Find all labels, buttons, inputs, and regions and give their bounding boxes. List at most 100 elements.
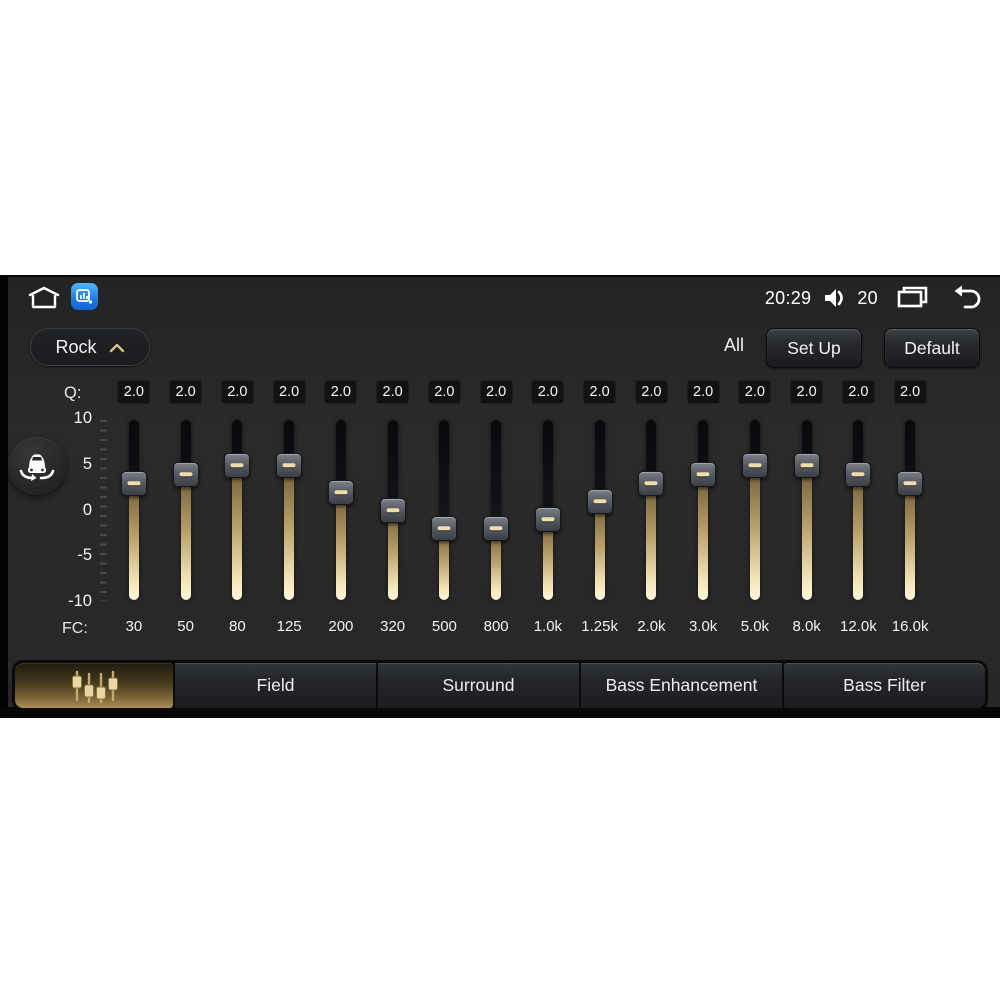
slider-handle-30[interactable] <box>120 470 147 496</box>
q-value-80[interactable]: 2.0 <box>220 380 254 404</box>
fc-label-800: 800 <box>483 618 509 635</box>
slider-handle-8.0k[interactable] <box>793 452 820 478</box>
q-value-1.25k[interactable]: 2.0 <box>583 380 617 404</box>
scale-tick-label: 5 <box>82 454 92 473</box>
back-button[interactable] <box>948 284 982 313</box>
q-cell: 2.0 <box>781 380 833 404</box>
band-2.0k <box>626 420 678 600</box>
recent-apps-icon <box>895 284 929 313</box>
tab-label: Bass Enhancement <box>605 675 758 695</box>
setup-button[interactable]: Set Up <box>766 328 862 368</box>
fc-label-16.0k: 16.0k <box>891 618 929 635</box>
fc-row: 30 50 80 125 200 320 500 800 1.0k 1.25k 2.0k 3.0k 5.… <box>108 618 936 635</box>
equalizer-bands <box>108 420 936 600</box>
fc-label-30: 30 <box>125 618 143 635</box>
q-value-500[interactable]: 2.0 <box>427 380 461 404</box>
status-bar-right: 20:29 20 <box>765 283 982 313</box>
q-value-320[interactable]: 2.0 <box>376 380 410 404</box>
slider-fill <box>905 483 916 600</box>
tab-bass-filter[interactable]: Bass Filter <box>784 663 985 708</box>
slider-fill <box>749 465 760 600</box>
recent-apps-button[interactable] <box>895 284 929 313</box>
tab-bass-enhancement[interactable]: Bass Enhancement <box>581 663 782 708</box>
q-value-5.0k[interactable]: 2.0 <box>738 380 772 404</box>
slider-handle-1.0k[interactable] <box>534 506 561 532</box>
equalizer-sliders-icon <box>67 667 121 705</box>
slider-handle-3.0k[interactable] <box>690 461 717 487</box>
q-value-1.0k[interactable]: 2.0 <box>531 380 565 404</box>
q-cell: 2.0 <box>212 380 264 404</box>
q-cell: 2.0 <box>419 380 471 404</box>
db-scale: 10 5 0 -5 -10 <box>46 409 92 611</box>
slider-fill <box>335 492 346 600</box>
slider-handle-16.0k[interactable] <box>897 470 924 496</box>
fc-label-125: 125 <box>276 618 302 635</box>
q-cell: 2.0 <box>470 380 522 404</box>
slider-handle-1.25k[interactable] <box>586 488 613 514</box>
q-row: 2.0 2.0 2.0 2.0 2.0 2.0 2.0 2.0 2.0 2.0 2.0 2.0 2.0 2… <box>108 380 936 404</box>
tab-label: Bass Filter <box>843 675 926 695</box>
slider-handle-125[interactable] <box>276 452 303 478</box>
q-value-30[interactable]: 2.0 <box>117 380 151 404</box>
band-80 <box>212 420 264 600</box>
band-12.0k <box>833 420 885 600</box>
tab-surround[interactable]: Surround <box>378 663 579 708</box>
tab-equalizer[interactable] <box>15 663 173 708</box>
slider-handle-80[interactable] <box>224 452 251 478</box>
default-button[interactable]: Default <box>884 328 980 368</box>
slider-handle-320[interactable] <box>379 497 406 523</box>
slider-handle-800[interactable] <box>483 515 510 541</box>
q-value-125[interactable]: 2.0 <box>272 380 306 404</box>
volume-level: 20 <box>857 287 878 308</box>
slider-handle-50[interactable] <box>172 461 199 487</box>
fc-label-12.0k: 12.0k <box>840 618 877 635</box>
band-125 <box>263 420 315 600</box>
fc-label-320: 320 <box>380 618 406 635</box>
music-app-icon[interactable] <box>71 283 98 310</box>
fc-label-500: 500 <box>431 618 457 635</box>
car-surround-icon <box>17 448 57 484</box>
slider-handle-5.0k[interactable] <box>741 452 768 478</box>
slider-fill <box>801 465 812 600</box>
q-value-2.0k[interactable]: 2.0 <box>634 380 668 404</box>
q-value-8.0k[interactable]: 2.0 <box>790 380 824 404</box>
q-value-200[interactable]: 2.0 <box>324 380 358 404</box>
tab-field[interactable]: Field <box>175 663 376 708</box>
q-value-50[interactable]: 2.0 <box>169 380 203 404</box>
q-cell: 2.0 <box>626 380 678 404</box>
q-value-16.0k[interactable]: 2.0 <box>893 380 927 404</box>
slider-fill <box>284 465 295 600</box>
q-value-3.0k[interactable]: 2.0 <box>686 380 720 404</box>
preset-dropdown[interactable]: Rock <box>30 328 150 366</box>
status-time: 20:29 <box>764 287 812 308</box>
tab-label: Field <box>256 675 295 695</box>
scale-tick-label: -10 <box>68 592 92 610</box>
home-button[interactable] <box>24 283 64 313</box>
slider-handle-500[interactable] <box>431 515 458 541</box>
slider-handle-200[interactable] <box>327 479 354 505</box>
slider-handle-2.0k[interactable] <box>638 470 665 496</box>
band-50 <box>160 420 212 600</box>
slider-fill <box>180 474 191 600</box>
scale-ticks <box>100 420 107 601</box>
q-value-800[interactable]: 2.0 <box>479 380 513 404</box>
scale-tick-label: 0 <box>82 500 92 519</box>
q-row-label: Q: <box>64 384 82 402</box>
q-cell: 2.0 <box>263 380 315 404</box>
band-30 <box>108 420 160 600</box>
q-cell: 2.0 <box>367 380 419 404</box>
head-unit-screen: 20:29 20 Rock All Set Up Default Q: 2.0 … <box>0 275 1000 718</box>
band-1.25k <box>574 420 626 600</box>
all-label: All <box>723 335 744 355</box>
band-500 <box>419 420 471 600</box>
fc-label-8.0k: 8.0k <box>792 618 821 635</box>
preset-label: Rock <box>55 336 97 357</box>
q-value-12.0k[interactable]: 2.0 <box>841 380 875 404</box>
scale-tick-label: -5 <box>77 546 92 565</box>
slider-handle-12.0k[interactable] <box>845 461 872 487</box>
q-cell: 2.0 <box>315 380 367 404</box>
chevron-up-icon <box>109 343 125 353</box>
q-cell: 2.0 <box>729 380 781 404</box>
car-fader-button[interactable] <box>8 437 66 495</box>
fc-label-80: 80 <box>229 618 246 635</box>
